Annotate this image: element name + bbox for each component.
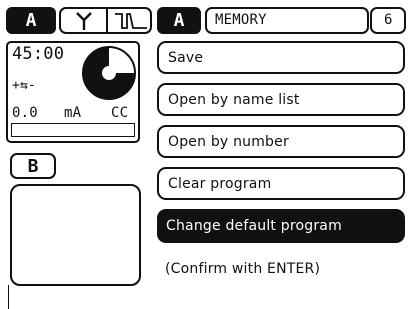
menu-item-change-default-program[interactable]: Change default program — [157, 209, 405, 243]
menu-item-label: Open by number — [168, 133, 289, 150]
header-channel-badge: A — [157, 7, 201, 34]
tab-b-label: B — [27, 155, 39, 177]
menu-item-label: Change default program — [166, 218, 342, 234]
current-unit: mA — [64, 105, 82, 121]
menu-item-clear-program[interactable]: Clear program — [157, 167, 405, 200]
polarity-indicator: +⇆- — [12, 78, 37, 93]
current-value: 0.0 — [12, 105, 38, 121]
channel-b-panel — [10, 184, 141, 286]
timer-display: 45:00 — [12, 44, 65, 64]
tab-b[interactable]: B — [10, 153, 56, 179]
header-channel-label: A — [173, 10, 185, 31]
branch-icon[interactable] — [71, 10, 97, 32]
left-edge-line — [8, 285, 9, 309]
page-number: 6 — [384, 12, 393, 28]
pulse-icon[interactable] — [113, 10, 149, 32]
menu-item-label: Save — [168, 49, 204, 66]
mode-divider — [106, 9, 108, 32]
menu-item-open-by-name-list[interactable]: Open by name list — [157, 83, 405, 116]
menu-item-save[interactable]: Save — [157, 41, 405, 74]
page-number-box: 6 — [370, 7, 406, 34]
mode-selector[interactable] — [59, 7, 152, 34]
status-box: 45:00 +⇆- 0.0 mA CC — [6, 41, 140, 143]
menu-item-label: Open by name list — [168, 91, 300, 108]
page-title: MEMORY — [215, 12, 267, 28]
mode-indicator: CC — [111, 105, 129, 121]
pie-progress-icon — [80, 44, 138, 102]
menu-item-label: Clear program — [168, 175, 272, 192]
progress-bar — [11, 123, 135, 137]
header-title-box: MEMORY — [205, 7, 369, 34]
tab-a-label: A — [25, 10, 37, 31]
menu-item-open-by-number[interactable]: Open by number — [157, 125, 405, 158]
tab-a[interactable]: A — [6, 7, 56, 34]
confirm-hint: (Confirm with ENTER) — [165, 261, 321, 277]
